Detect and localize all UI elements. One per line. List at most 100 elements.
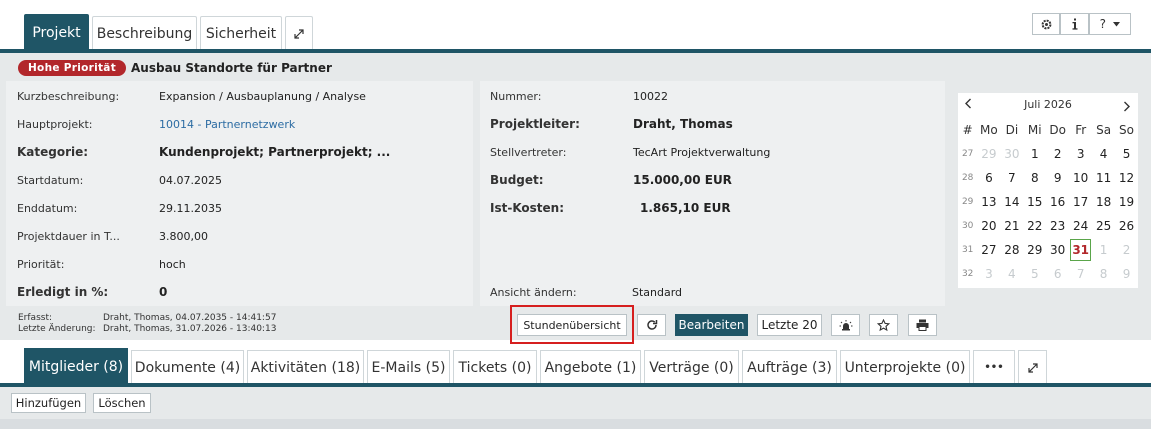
bearbeiten-button[interactable]: Bearbeiten: [675, 314, 748, 336]
calendar-day[interactable]: 13: [977, 190, 1000, 214]
loeschen-button[interactable]: Löschen: [93, 393, 151, 413]
priority-badge: Hohe Priorität: [18, 60, 126, 76]
calendar-day[interactable]: 2: [1115, 238, 1138, 262]
meta-erfasst-label: Erfasst:: [18, 313, 53, 323]
alert-button[interactable]: [831, 314, 860, 336]
calendar-day[interactable]: 25: [1092, 214, 1115, 238]
calendar-week-row: 32 3 4 5 6 7 8 9: [958, 262, 1138, 286]
tab-label: Verträge (0): [649, 359, 734, 376]
info-icon: [1072, 18, 1077, 30]
calendar-day[interactable]: 28: [1000, 238, 1023, 262]
calendar-day[interactable]: 9: [1115, 262, 1138, 286]
field-value-projektleiter: Draht, Thomas: [633, 117, 733, 131]
calendar-week-number: 32: [961, 269, 974, 279]
calendar-day-header: Di: [1005, 123, 1019, 137]
calendar-day[interactable]: 9: [1046, 166, 1069, 190]
settings-button[interactable]: [1032, 13, 1060, 35]
tab-dokumente[interactable]: Dokumente (4): [131, 350, 244, 384]
calendar-day[interactable]: 30: [1046, 238, 1069, 262]
calendar-day[interactable]: 3: [1069, 142, 1092, 166]
tab-label: Beschreibung: [96, 25, 193, 42]
calendar-day-today[interactable]: 31: [1069, 238, 1092, 262]
calendar-day[interactable]: 1: [1092, 238, 1115, 262]
calendar-week-number: 29: [961, 197, 974, 207]
project-view: Projekt Beschreibung Sicherheit ? Hohe P…: [0, 0, 1151, 429]
more-tabs-button[interactable]: •••: [973, 350, 1015, 384]
calendar-day[interactable]: 1: [1023, 142, 1046, 166]
calendar-next-button[interactable]: [1123, 97, 1131, 116]
tab-auftraege[interactable]: Aufträge (3): [742, 350, 837, 384]
calendar-day[interactable]: 11: [1092, 166, 1115, 190]
calendar-day[interactable]: 5: [1023, 262, 1046, 286]
calendar-day[interactable]: 19: [1115, 190, 1138, 214]
calendar-day[interactable]: 16: [1046, 190, 1069, 214]
refresh-icon: [646, 320, 657, 330]
tab-beschreibung[interactable]: Beschreibung: [92, 16, 197, 50]
calendar-day[interactable]: 18: [1092, 190, 1115, 214]
calendar-grid: # Mo Di Mi Do Fr Sa So 27 29 30 1 2 3 4 5 28 6 7 8 9 10 11 12 2…: [958, 118, 1138, 286]
calendar-day[interactable]: 4: [1092, 142, 1115, 166]
letzte-20-button[interactable]: Letzte 20: [757, 314, 822, 336]
calendar-day[interactable]: 24: [1069, 214, 1092, 238]
calendar-day[interactable]: 30: [1000, 142, 1023, 166]
field-label-enddatum: Enddatum:: [17, 202, 78, 215]
expand-bottom-button[interactable]: [1018, 350, 1047, 384]
calendar-day[interactable]: 21: [1000, 214, 1023, 238]
calendar-day[interactable]: 5: [1115, 142, 1138, 166]
tab-unterprojekte[interactable]: Unterprojekte (0): [840, 350, 970, 384]
field-value-prioritaet: hoch: [159, 258, 186, 271]
calendar-day[interactable]: 22: [1023, 214, 1046, 238]
field-label-hauptprojekt: Hauptprojekt:: [17, 118, 93, 131]
meta-aenderung-label: Letzte Änderung:: [18, 324, 96, 334]
tab-vertraege[interactable]: Verträge (0): [644, 350, 739, 384]
calendar-day[interactable]: 26: [1115, 214, 1138, 238]
help-dropdown-button[interactable]: ?: [1089, 13, 1131, 35]
hinzufuegen-button[interactable]: Hinzufügen: [11, 393, 86, 413]
calendar-day[interactable]: 10: [1069, 166, 1092, 190]
tab-emails[interactable]: E-Mails (5): [367, 350, 450, 384]
calendar-day[interactable]: 7: [1069, 262, 1092, 286]
field-value-ansicht[interactable]: Standard: [632, 286, 682, 299]
tab-projekt[interactable]: Projekt: [24, 14, 89, 50]
calendar-day[interactable]: 20: [977, 214, 1000, 238]
field-value-istkosten: 1.865,10 EUR: [640, 201, 731, 215]
calendar-day[interactable]: 6: [977, 166, 1000, 190]
field-value-erledigt: 0: [159, 285, 168, 299]
calendar-day[interactable]: 23: [1046, 214, 1069, 238]
field-label-nummer: Nummer:: [490, 90, 542, 103]
calendar-day[interactable]: 12: [1115, 166, 1138, 190]
calendar-day[interactable]: 29: [977, 142, 1000, 166]
tab-angebote[interactable]: Angebote (1): [540, 350, 641, 384]
field-value-kategorie: Kundenprojekt; Partnerprojekt; ...: [159, 145, 391, 159]
calendar-day[interactable]: 14: [1000, 190, 1023, 214]
calendar-week-row: 30 20 21 22 23 24 25 26: [958, 214, 1138, 238]
calendar-day[interactable]: 3: [977, 262, 1000, 286]
calendar-week-number: 27: [961, 149, 974, 159]
tab-sicherheit[interactable]: Sicherheit: [200, 16, 282, 50]
tab-aktivitaeten[interactable]: Aktivitäten (18): [247, 350, 364, 384]
tab-label: Angebote (1): [544, 359, 637, 376]
expand-tab-button[interactable]: [285, 16, 313, 50]
calendar-day[interactable]: 8: [1023, 166, 1046, 190]
info-button[interactable]: [1060, 13, 1089, 35]
calendar-day[interactable]: 7: [1000, 166, 1023, 190]
tab-label: Projekt: [32, 24, 81, 41]
calendar-day[interactable]: 15: [1023, 190, 1046, 214]
calendar-day[interactable]: 17: [1069, 190, 1092, 214]
calendar-day[interactable]: 4: [1000, 262, 1023, 286]
refresh-button[interactable]: [637, 314, 666, 336]
tab-tickets[interactable]: Tickets (0): [453, 350, 537, 384]
calendar-day[interactable]: 6: [1046, 262, 1069, 286]
favorite-button[interactable]: [869, 314, 898, 336]
calendar-day[interactable]: 27: [977, 238, 1000, 262]
calendar-day[interactable]: 2: [1046, 142, 1069, 166]
project-title: Ausbau Standorte für Partner: [131, 61, 332, 75]
field-value-enddatum: 29.11.2035: [159, 202, 222, 215]
calendar-day[interactable]: 29: [1023, 238, 1046, 262]
calendar-day[interactable]: 8: [1092, 262, 1115, 286]
calendar-week-row: 28 6 7 8 9 10 11 12: [958, 166, 1138, 190]
tab-mitglieder[interactable]: Mitglieder (8): [24, 348, 128, 384]
hauptprojekt-link[interactable]: 10014 - Partnernetzwerk: [159, 118, 295, 131]
print-button[interactable]: [908, 314, 937, 336]
stundenuebersicht-button[interactable]: Stundenübersicht: [517, 314, 627, 336]
